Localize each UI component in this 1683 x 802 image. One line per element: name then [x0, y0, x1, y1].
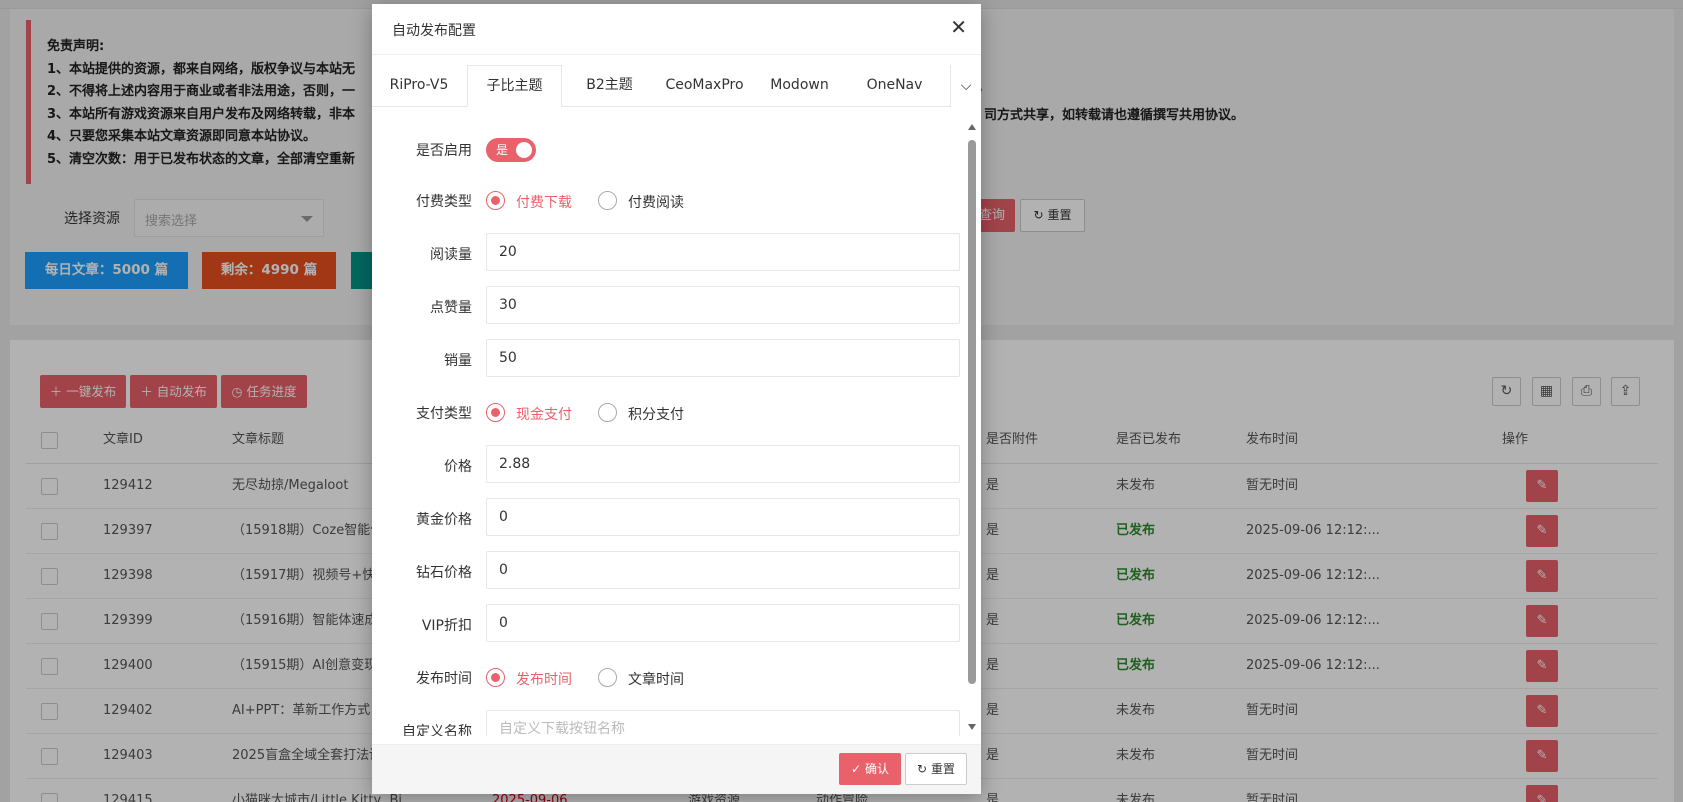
enable-label: 是否启用: [416, 143, 472, 159]
payment-type-label: 支付类型: [416, 406, 472, 422]
vip-discount-input[interactable]: 0: [486, 604, 960, 642]
scrollbar-thumb[interactable]: [968, 140, 976, 684]
custom-name-input[interactable]: 自定义下载按钮名称: [486, 710, 960, 736]
chevron-down-icon[interactable]: ⌵: [950, 65, 981, 107]
price-label: 价格: [444, 459, 472, 475]
diamond-price-input[interactable]: 0: [486, 551, 960, 589]
scroll-up-arrow-icon[interactable]: [968, 124, 976, 130]
sales-input[interactable]: 50: [486, 339, 960, 377]
radio-publish-time[interactable]: [486, 668, 505, 687]
modal-reset-label: 重置: [930, 762, 955, 776]
views-input[interactable]: 20: [486, 233, 960, 271]
radio-paid-download[interactable]: [486, 191, 505, 210]
scroll-down-arrow-icon[interactable]: [968, 724, 976, 730]
refresh-icon: ↻: [917, 762, 928, 776]
modal-reset-button[interactable]: ↻ 重置: [905, 753, 967, 785]
publish-time-label: 发布时间: [416, 671, 472, 687]
custom-name-label: 自定义名称: [402, 724, 472, 736]
radio-cash-label: 现金支付: [516, 407, 572, 423]
check-icon: ✓: [851, 762, 862, 776]
radio-paid-read[interactable]: [598, 191, 617, 210]
sales-label: 销量: [444, 353, 472, 369]
config-form: 是否启用 是 付费类型 付费下载 付费阅读 阅读量 20 点赞量 30 销量 5…: [372, 120, 981, 736]
likes-input[interactable]: 30: [486, 286, 960, 324]
radio-paid-read-label: 付费阅读: [628, 195, 684, 211]
radio-points[interactable]: [598, 403, 617, 422]
tab-modown[interactable]: Modown: [752, 65, 847, 107]
switch-knob: [516, 142, 532, 158]
form-scrollbar[interactable]: [968, 124, 976, 732]
theme-tabs: RiPro-V5 子比主题 B2主题 CeoMaxPro Modown OneN…: [372, 65, 981, 107]
gold-price-label: 黄金价格: [416, 512, 472, 528]
radio-cash[interactable]: [486, 403, 505, 422]
radio-article-time-label: 文章时间: [628, 672, 684, 688]
tab-zibi-theme[interactable]: 子比主题: [467, 65, 562, 107]
confirm-label: 确认: [864, 762, 889, 776]
tab-onenav[interactable]: OneNav: [847, 65, 942, 107]
views-label: 阅读量: [430, 247, 472, 263]
auto-publish-config-modal: 自动发布配置 ✕ RiPro-V5 子比主题 B2主题 CeoMaxPro Mo…: [372, 4, 981, 794]
price-input[interactable]: 2.88: [486, 445, 960, 483]
tab-b2-theme[interactable]: B2主题: [562, 65, 657, 107]
radio-publish-time-label: 发布时间: [516, 672, 572, 688]
confirm-button[interactable]: ✓ 确认: [839, 753, 901, 785]
close-icon[interactable]: ✕: [950, 16, 967, 38]
pay-type-label: 付费类型: [416, 194, 472, 210]
tab-ripro-v5[interactable]: RiPro-V5: [372, 65, 466, 107]
enable-switch-text: 是: [496, 143, 509, 157]
modal-title: 自动发布配置: [392, 23, 476, 39]
tab-ceomaxpro[interactable]: CeoMaxPro: [657, 65, 752, 107]
gold-price-input[interactable]: 0: [486, 498, 960, 536]
radio-paid-download-label: 付费下载: [516, 195, 572, 211]
radio-article-time[interactable]: [598, 668, 617, 687]
likes-label: 点赞量: [430, 300, 472, 316]
diamond-price-label: 钻石价格: [416, 565, 472, 581]
enable-switch[interactable]: 是: [486, 138, 536, 162]
vip-discount-label: VIP折扣: [421, 618, 472, 634]
radio-points-label: 积分支付: [628, 407, 684, 423]
